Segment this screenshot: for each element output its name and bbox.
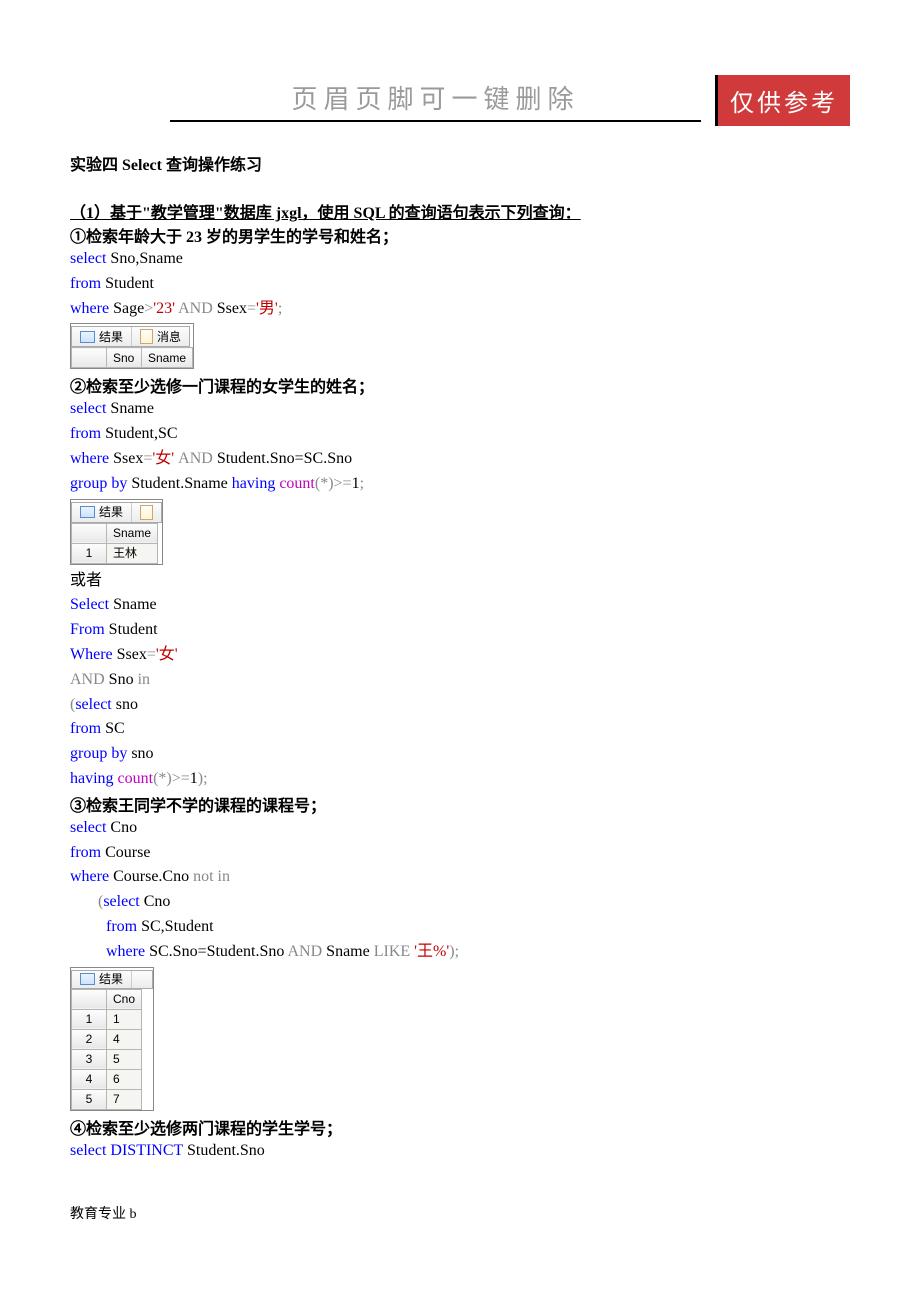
q3-line-1: select Cno	[70, 816, 850, 841]
q2-code-line-4: group by Student.Sname having count(*)>=…	[70, 472, 850, 497]
document-title: 实验四 Select 查询操作练习	[70, 151, 850, 175]
table-row: 46	[72, 1069, 142, 1089]
page-header: 页眉页脚可一键删除 仅供参考	[70, 75, 850, 126]
q1-code-line-2: from Student	[70, 272, 850, 297]
or-text: 或者	[70, 569, 850, 594]
q1-heading: ①检索年龄大于 23 岁的男学生的学号和姓名；	[70, 223, 850, 247]
q1-result-grid: SnoSname	[71, 347, 193, 368]
header-title: 页眉页脚可一键删除	[170, 79, 701, 122]
q4-heading: ④检索至少选修两门课程的学生学号；	[70, 1115, 850, 1139]
q2b-line-7: group by sno	[70, 742, 850, 767]
q2b-line-1: Select Sname	[70, 593, 850, 618]
q2-code-line-2: from Student,SC	[70, 422, 850, 447]
message-icon	[140, 329, 153, 344]
q2-heading: ②检索至少选修一门课程的女学生的姓名；	[70, 373, 850, 397]
q2b-line-3: Where Ssex='女'	[70, 643, 850, 668]
header-badge: 仅供参考	[715, 75, 850, 126]
q1-code-line-1: select Sno,Sname	[70, 247, 850, 272]
grid-icon	[80, 331, 95, 343]
page-footer: 教育专业 b	[70, 1203, 850, 1223]
q3-line-2: from Course	[70, 841, 850, 866]
q1-result-block: 结果 消息 SnoSname	[70, 323, 850, 369]
q2b-line-4: AND Sno in	[70, 668, 850, 693]
section-heading: （1）基于"教学管理"数据库 jxgl，使用 SQL 的查询语句表示下列查询：	[70, 199, 850, 223]
result-tab-messages[interactable]	[132, 503, 161, 522]
result-tab-messages[interactable]: 消息	[132, 327, 189, 346]
q2-code-line-1: select Sname	[70, 397, 850, 422]
grid-icon	[80, 506, 95, 518]
table-row: 24	[72, 1029, 142, 1049]
q2b-line-6: from SC	[70, 717, 850, 742]
result-tab-results[interactable]: 结果	[72, 327, 132, 346]
result-tab-messages[interactable]	[132, 971, 152, 988]
q3-line-3: where Course.Cno not in	[70, 865, 850, 890]
q2-result-block: 结果 Sname 1王林	[70, 499, 850, 565]
q2-code-line-3: where Ssex='女' AND Student.Sno=SC.Sno	[70, 447, 850, 472]
q3-line-5: from SC,Student	[70, 915, 850, 940]
q3-heading: ③检索王同学不学的课程的课程号；	[70, 792, 850, 816]
result-tab-results[interactable]: 结果	[72, 503, 132, 522]
q4-line-1: select DISTINCT Student.Sno	[70, 1139, 850, 1164]
q3-result-block: 结果 Cno 11 24 35 46 57	[70, 967, 850, 1111]
message-icon	[140, 973, 144, 986]
q3-line-6: where SC.Sno=Student.Sno AND Sname LIKE …	[70, 940, 850, 965]
q2-result-grid: Sname 1王林	[71, 523, 158, 564]
q1-code-line-3: where Sage>'23' AND Ssex='男';	[70, 297, 850, 322]
table-row: 57	[72, 1089, 142, 1109]
result-tab-results[interactable]: 结果	[72, 971, 132, 988]
q2b-line-5: (select sno	[70, 693, 850, 718]
q3-line-4: (select Cno	[70, 890, 850, 915]
table-row: 35	[72, 1049, 142, 1069]
q2b-line-8: having count(*)>=1);	[70, 767, 850, 792]
q2b-line-2: From Student	[70, 618, 850, 643]
grid-icon	[80, 973, 95, 985]
message-icon	[140, 505, 153, 520]
table-row: 11	[72, 1009, 142, 1029]
q3-result-grid: Cno 11 24 35 46 57	[71, 989, 142, 1110]
